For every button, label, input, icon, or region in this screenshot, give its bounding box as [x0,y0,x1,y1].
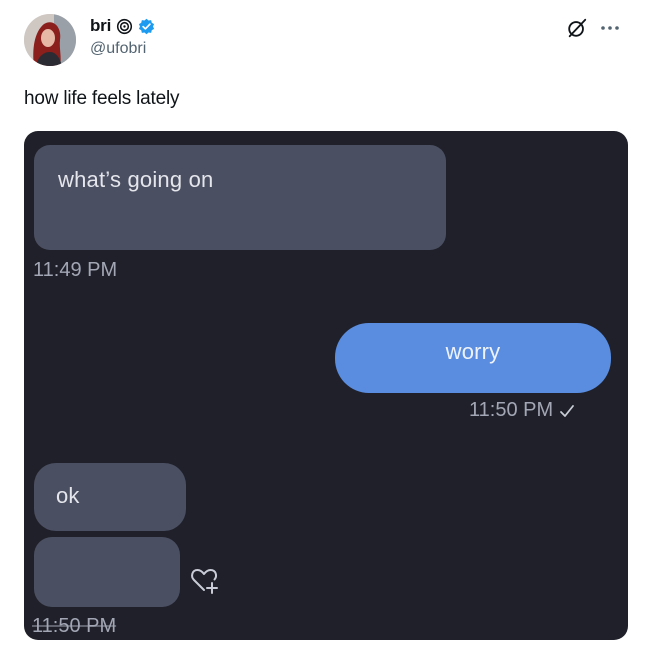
spiral-icon [117,18,133,34]
incoming-message-bubble: ok [34,463,186,531]
outgoing-message-bubble: worry [335,323,611,393]
more-options-icon[interactable] [598,20,622,36]
message-text: ok [56,483,80,508]
tweet-text: how life feels lately [24,88,180,109]
author-display-name[interactable]: bri [90,16,111,36]
message-timestamp: 11:50 PM [32,615,117,637]
tweet: bri @ufobri how life feels lately what’s… [0,0,648,650]
message-timestamp: 11:49 PM [33,259,118,281]
verified-badge-icon [139,18,155,34]
avatar-image [24,14,76,66]
add-reaction-icon[interactable] [188,563,220,595]
author-name-row: bri [90,14,155,38]
message-timestamp: 11:50 PM [469,399,554,421]
avatar[interactable] [24,14,76,66]
incoming-message-bubble: what’s going on [34,145,446,250]
checkmark-icon [560,404,575,417]
message-text: worry [445,339,501,364]
grok-icon[interactable] [566,17,588,39]
message-timestamp-row: 11:50 PM [469,399,575,422]
author-handle[interactable]: @ufobri [90,40,146,58]
incoming-message-bubble [34,537,180,607]
message-text: what’s going on [58,167,214,192]
tweet-media-chat-screenshot[interactable]: what’s going on 11:49 PM worry 11:50 PM … [24,131,628,640]
